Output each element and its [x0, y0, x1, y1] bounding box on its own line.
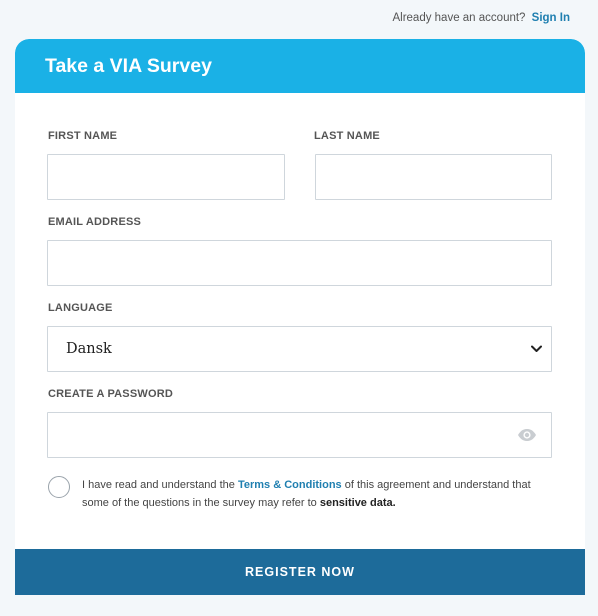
- account-prompt: Already have an account? Sign In: [392, 12, 570, 24]
- email-label: EMAIL ADDRESS: [48, 216, 142, 228]
- password-input[interactable]: [48, 413, 551, 457]
- eye-icon[interactable]: [517, 428, 537, 447]
- page-title: Take a VIA Survey: [45, 54, 212, 77]
- email-input[interactable]: [48, 241, 551, 285]
- card-header: Take a VIA Survey: [15, 39, 585, 93]
- first-name-field: [47, 154, 285, 200]
- terms-agree-radio[interactable]: [48, 476, 70, 498]
- terms-conditions-link[interactable]: Terms & Conditions: [238, 479, 342, 491]
- sign-in-link[interactable]: Sign In: [532, 12, 570, 24]
- sensitive-data-text: sensitive data.: [319, 497, 396, 509]
- password-label: CREATE A PASSWORD: [48, 388, 174, 400]
- survey-card: Take a VIA Survey FIRST NAME LAST NAME E…: [15, 39, 585, 595]
- terms-prefix: I have read and understand the: [82, 479, 235, 491]
- language-label: LANGUAGE: [48, 302, 113, 314]
- email-field: [47, 240, 552, 286]
- terms-text: I have read and understand the Terms & C…: [82, 476, 552, 512]
- first-name-input[interactable]: [48, 155, 284, 199]
- account-prompt-text: Already have an account?: [392, 12, 526, 24]
- chevron-down-icon: [530, 343, 542, 355]
- register-button[interactable]: REGISTER NOW: [15, 549, 585, 595]
- last-name-input[interactable]: [316, 155, 551, 199]
- first-name-label: FIRST NAME: [48, 130, 118, 142]
- language-select[interactable]: Dansk: [47, 326, 552, 372]
- last-name-label: LAST NAME: [314, 130, 380, 142]
- language-selected-value: Dansk: [66, 341, 112, 357]
- last-name-field: [315, 154, 552, 200]
- password-field: [47, 412, 552, 458]
